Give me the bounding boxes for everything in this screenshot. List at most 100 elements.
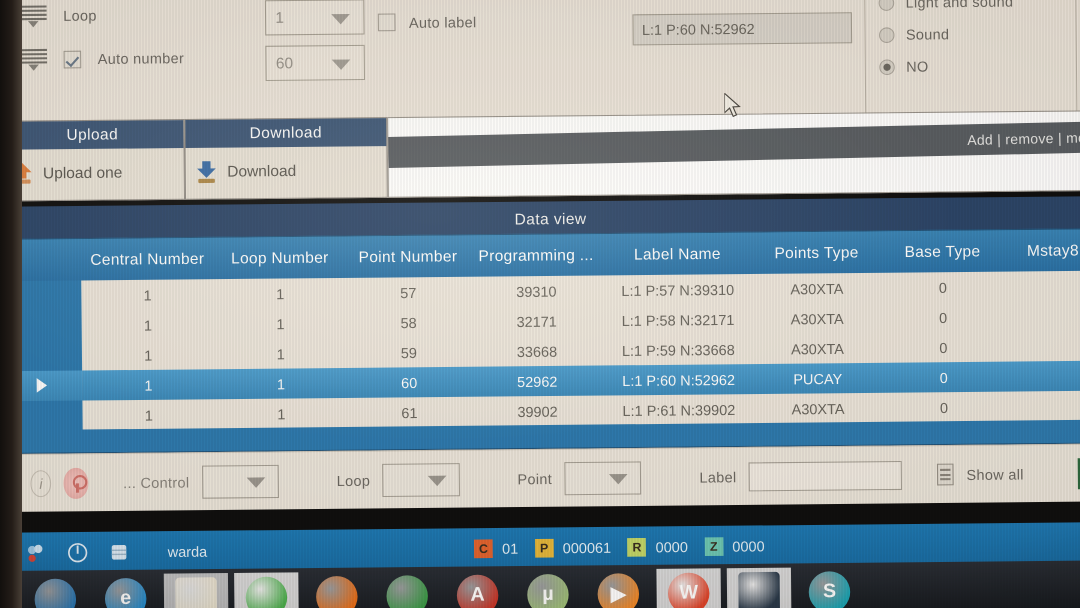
info-icon[interactable]: i [30,469,52,497]
notepad-taskbar-button[interactable] [163,573,229,608]
auto-number-checkbox[interactable] [63,50,82,68]
upload-column: Upload Upload one [0,119,186,202]
adobe-reader-icon: A [456,574,499,608]
status-value: 000061 [562,539,612,557]
radio-dot-icon [878,26,895,43]
loop-select[interactable]: 1 [264,0,365,36]
download-header: Download [185,118,387,149]
cell-label: L:1 P:58 N:32171 [621,310,735,329]
internet-explorer-taskbar-button[interactable]: e [93,574,158,608]
cell-base_type: 0 [939,398,949,416]
upload-one-button[interactable]: Upload one [1,148,184,198]
adobe-reader-taskbar-button[interactable]: A [445,570,510,608]
data-grid[interactable]: Central Number Loop Number Point Number Pro… [11,228,1080,454]
point-filter-label: Point [517,470,553,487]
auto-label-checkbox[interactable] [377,13,396,32]
cell-point: 60 [401,374,418,391]
cell-base_type: 0 [938,308,948,326]
firefox-taskbar-button[interactable] [305,572,370,608]
cell-points_type: PUCAY [793,369,843,387]
notepad-icon [175,577,217,608]
cell-point: 59 [400,343,418,361]
share-taskbar-button[interactable] [726,567,792,608]
cell-central: 1 [143,286,152,304]
utorrent-taskbar-button[interactable]: µ [516,570,581,608]
cell-base_type: 0 [939,368,948,386]
radio-dot-icon [879,58,895,75]
label-filter-value [750,461,901,468]
cell-label: L:1 P:60 N:52962 [622,370,736,389]
mouse-cursor-icon [724,92,741,118]
cell-point: 57 [400,283,417,301]
cell-base_type: 0 [939,338,948,356]
column-header[interactable]: Loop Number [213,248,346,268]
point-filter-select[interactable] [564,460,642,495]
label-preview-value: L:1 P:60 N:52962 [641,20,755,39]
actions-label: Add | remove | mod [967,129,1080,148]
screen-content: Loop Auto number 1 60 Auto label L:1 P:6… [0,0,1080,608]
column-header[interactable]: Base Type [881,242,1005,261]
column-header[interactable]: Central Number [81,250,214,269]
upload-one-label: Upload one [42,164,123,183]
green-app-taskbar-button[interactable] [234,572,299,608]
column-header[interactable]: Points Type [752,243,880,262]
panel-divider [863,0,867,115]
point-config-panel: Loop Auto number 1 60 Auto label L:1 P:6… [0,0,1080,123]
share-icon [738,571,780,608]
network-icon[interactable] [25,542,48,565]
row-selector-arrow-icon [36,378,48,393]
cell-point: 58 [400,313,417,331]
green-app-icon [245,576,288,608]
download-arrow-icon [196,160,217,184]
upload-header: Upload [1,120,184,150]
show-all-label[interactable]: Show all [966,465,1023,482]
chrome-taskbar-button[interactable] [375,571,440,608]
download-button[interactable]: Download [186,146,387,197]
cell-loop: 1 [276,285,285,302]
selected-row-gutter [13,370,83,402]
start-button-taskbar-button[interactable] [23,574,88,608]
skype-icon: S [808,571,851,608]
cell-programming: 52962 [517,372,558,390]
loop-filter-select[interactable] [382,462,460,497]
key-icon[interactable] [63,467,89,499]
media-player-taskbar-button[interactable]: ▶ [586,569,651,608]
auto-number-label: Auto number [97,49,185,68]
label-preview-input[interactable]: L:1 P:60 N:52962 [632,12,853,46]
utorrent-icon: µ [527,573,569,608]
internet-explorer-icon: e [104,577,147,608]
chevron-down-icon [246,476,266,488]
radio-sound[interactable]: Sound [878,25,1014,43]
column-header[interactable]: Programming ... [470,246,603,265]
label-filter-label: Label [699,468,737,486]
power-icon[interactable] [66,541,89,564]
wps-office-icon: W [667,572,710,608]
radio-light-and-sound[interactable]: Light and sound [878,0,1014,11]
data-grid-body[interactable]: 1 1 57 39310 L:1 P:57 N:39310 A30XTA 0 1 1 58 3217… [81,270,1080,430]
label-filter-input[interactable] [748,460,903,491]
radio-label: Light and sound [905,0,1014,11]
cell-mstay [1006,406,1080,407]
auto-number-select[interactable]: 60 [265,44,365,81]
status-value: 01 [502,540,519,557]
actions-bar: Add | remove | mod [387,110,1080,198]
cell-label: L:1 P:59 N:33668 [621,340,735,359]
column-header[interactable]: Point Number [346,247,470,266]
status-indicator-r: R 0000 [627,537,688,557]
wps-office-taskbar-button[interactable]: W [656,568,722,608]
column-header[interactable]: Mstay8 [1004,241,1080,260]
cell-label: L:1 P:57 N:39310 [621,280,735,299]
cell-programming: 32171 [516,312,557,330]
radio-dot-icon [878,0,895,11]
cell-central: 1 [143,316,153,334]
column-header[interactable]: Label Name [602,245,752,264]
radio-no[interactable]: NO [879,57,1014,75]
database-icon[interactable] [108,541,131,564]
list-lines-icon [20,48,48,71]
control-select[interactable] [201,464,279,499]
add-remove-modify-actions[interactable]: Add | remove | mod [388,121,1080,168]
list-lines-icon [19,4,47,28]
show-all-icon[interactable] [937,463,955,486]
skype-taskbar-button[interactable]: S [797,567,862,608]
cell-mstay [1005,286,1080,287]
